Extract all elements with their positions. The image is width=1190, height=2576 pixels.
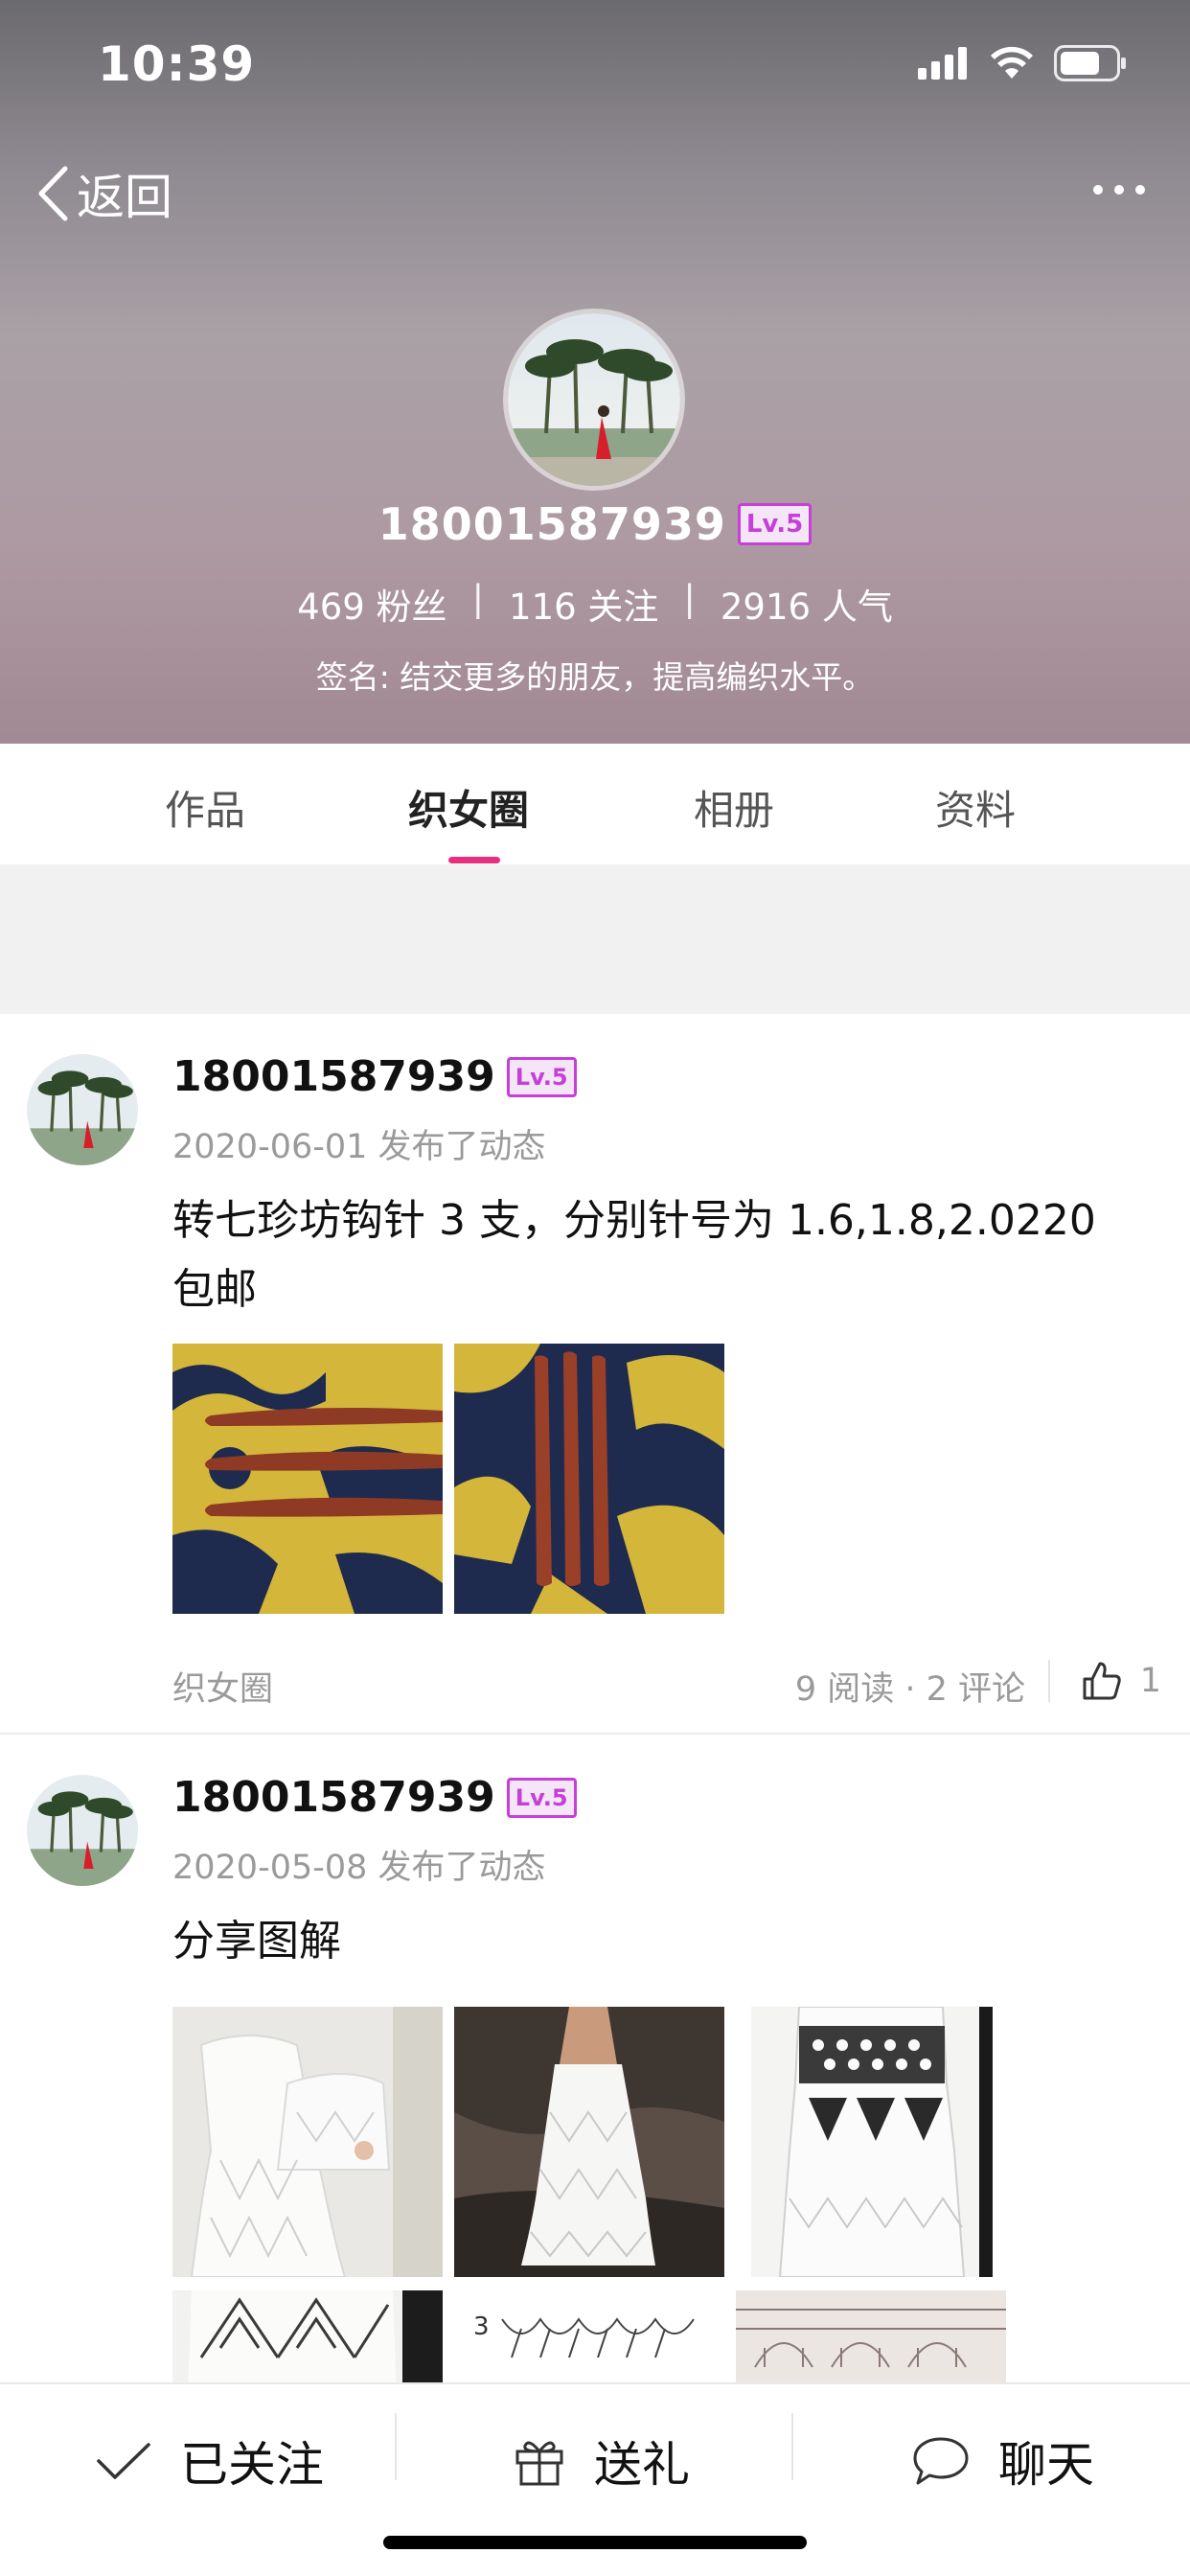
signal-icon bbox=[918, 47, 967, 80]
active-tab-indicator bbox=[448, 857, 500, 863]
post-username: 18001587939 bbox=[172, 1773, 495, 1822]
wifi-icon bbox=[991, 46, 1033, 79]
svg-text:3: 3 bbox=[473, 2312, 490, 2341]
post-avatar[interactable] bbox=[27, 1054, 138, 1165]
post-image[interactable] bbox=[736, 2290, 1006, 2382]
tab-profile-info[interactable]: 资料 bbox=[935, 778, 1016, 837]
chat-bubble-icon bbox=[913, 2437, 969, 2485]
chevron-left-icon bbox=[38, 166, 68, 221]
bar-divider bbox=[791, 2413, 793, 2480]
post-author[interactable]: 18001587939 Lv.5 bbox=[172, 1052, 577, 1101]
profile-username: 18001587939 bbox=[378, 498, 726, 550]
stat-separator: | bbox=[471, 578, 485, 619]
home-indicator[interactable] bbox=[383, 2536, 807, 2549]
followed-button[interactable]: 已关注 bbox=[96, 2426, 324, 2496]
more-options-icon[interactable] bbox=[1090, 172, 1148, 207]
footer-divider bbox=[1048, 1660, 1050, 1702]
gift-button[interactable]: 送礼 bbox=[514, 2426, 690, 2496]
post-username: 18001587939 bbox=[172, 1052, 495, 1101]
post-avatar[interactable] bbox=[27, 1775, 138, 1886]
profile-signature: 签名: 结交更多的朋友，提高编织水平。 bbox=[315, 658, 875, 696]
popularity-count: 2916 人气 bbox=[720, 586, 893, 628]
status-bar: 10:39 bbox=[0, 0, 1190, 126]
post-image[interactable] bbox=[454, 2007, 724, 2277]
profile-tabs: 作品 织女圈 相册 资料 bbox=[0, 744, 1190, 864]
post-image[interactable] bbox=[751, 2007, 993, 2277]
post-date: 2020-05-08 发布了动态 bbox=[172, 1849, 546, 1887]
post-image[interactable] bbox=[172, 1344, 443, 1614]
feed-post[interactable]: 18001587939 Lv.5 2020-06-01 发布了动态 转七珍坊钩针… bbox=[0, 1014, 1190, 1735]
status-time: 10:39 bbox=[98, 36, 256, 92]
battery-icon bbox=[1054, 45, 1126, 81]
level-badge: Lv.5 bbox=[506, 1056, 577, 1097]
like-count: 1 bbox=[1139, 1662, 1161, 1700]
checkmark-icon bbox=[97, 2443, 150, 2479]
post-stats: 9 阅读 · 2 评论 bbox=[794, 1670, 1025, 1709]
gift-label: 送礼 bbox=[594, 2437, 690, 2493]
followed-label: 已关注 bbox=[180, 2437, 324, 2493]
level-badge: Lv.5 bbox=[737, 503, 812, 545]
post-text: 分享图解 bbox=[172, 1917, 341, 1966]
profile-stats: 469 粉丝 | 116 关注 | 2916 人气 bbox=[0, 578, 1190, 630]
post-image[interactable] bbox=[172, 2290, 443, 2382]
tab-circle[interactable]: 织女圈 bbox=[408, 778, 529, 837]
back-label: 返回 bbox=[77, 170, 172, 225]
post-image[interactable] bbox=[172, 2007, 443, 2277]
chat-label: 聊天 bbox=[998, 2437, 1094, 2493]
following-count[interactable]: 116 关注 bbox=[509, 578, 658, 630]
like-button[interactable]: 1 bbox=[1081, 1660, 1161, 1702]
chat-button[interactable]: 聊天 bbox=[912, 2426, 1094, 2496]
thumbs-up-icon bbox=[1083, 1662, 1121, 1700]
post-image[interactable] bbox=[454, 1344, 724, 1614]
post-date: 2020-06-01 发布了动态 bbox=[172, 1128, 546, 1166]
level-badge: Lv.5 bbox=[506, 1777, 577, 1818]
feed-post[interactable]: 18001587939 Lv.5 2020-05-08 发布了动态 分享图解 3 bbox=[0, 1735, 1190, 2382]
post-tag[interactable]: 织女圈 bbox=[172, 1662, 273, 1711]
profile-header: 10:39 返回 18001587939 Lv.5 469 粉丝 | 116 关… bbox=[0, 0, 1190, 744]
post-footer: 织女圈 9 阅读 · 2 评论 1 bbox=[0, 1654, 1190, 1712]
profile-avatar[interactable] bbox=[503, 309, 685, 491]
profile-name-row: 18001587939 Lv.5 bbox=[0, 498, 1190, 550]
tab-album[interactable]: 相册 bbox=[694, 778, 774, 837]
back-button[interactable]: 返回 bbox=[36, 159, 172, 228]
followers-count[interactable]: 469 粉丝 bbox=[297, 578, 446, 630]
bar-divider bbox=[395, 2413, 397, 2480]
post-image[interactable]: 3 bbox=[454, 2290, 724, 2382]
post-text: 转七珍坊钩针 3 支，分别针号为 1.6,1.8,2.0220 包邮 bbox=[172, 1196, 1096, 1314]
status-icons bbox=[918, 44, 1127, 82]
tab-works[interactable]: 作品 bbox=[165, 778, 245, 837]
gift-icon bbox=[515, 2441, 563, 2486]
stat-separator: | bbox=[683, 578, 696, 619]
post-author[interactable]: 18001587939 Lv.5 bbox=[172, 1773, 577, 1822]
feed-spacer bbox=[0, 864, 1190, 1014]
